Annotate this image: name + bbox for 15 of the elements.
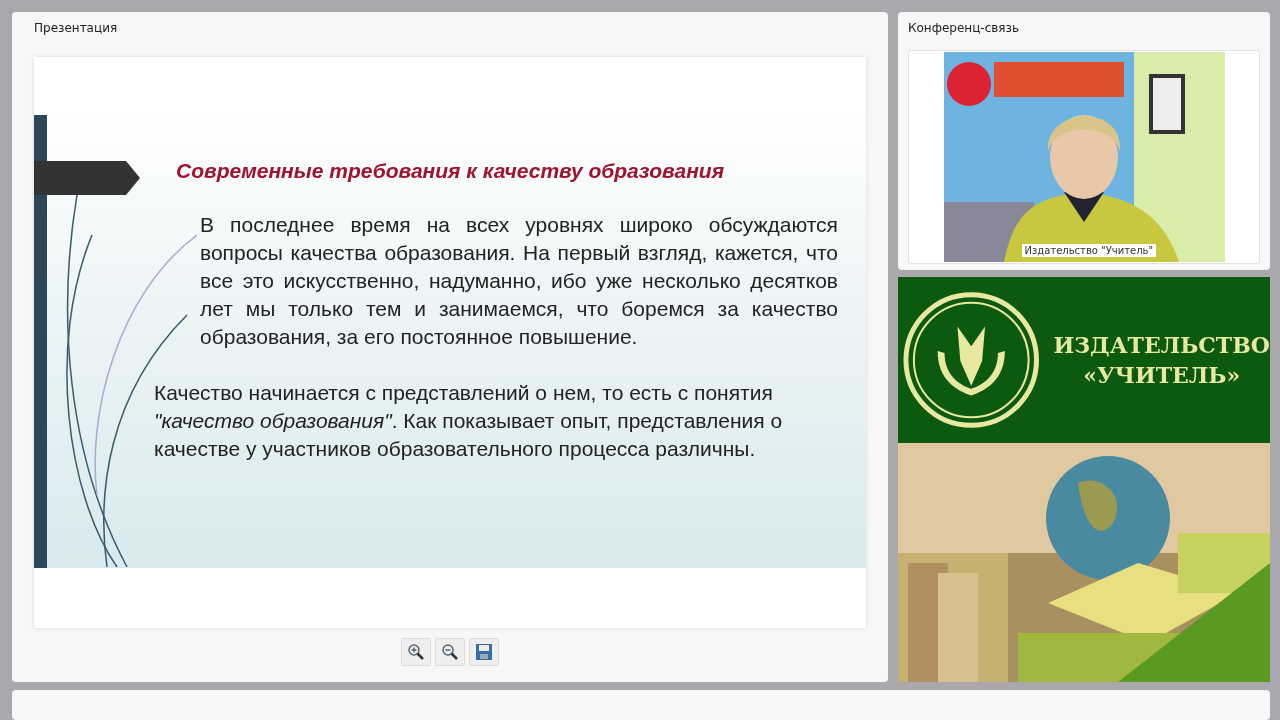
zoom-out-button[interactable] — [435, 638, 465, 666]
zoom-in-button[interactable] — [401, 638, 431, 666]
video-caption: Издательство "Учитель" — [1021, 244, 1157, 257]
slide-paragraph: Качество начинается с представлений о нем, то есть с понятия "качество образования". Как показывает опыт, представления о качестве у участников образовательного процесса различны. — [154, 380, 784, 462]
panel-title: Конференц-связь — [908, 20, 1021, 37]
panel-title: Презентация — [34, 20, 119, 37]
zoom-in-icon — [407, 643, 425, 661]
slide-heading: Современные требования к качеству образования — [176, 159, 726, 183]
save-button[interactable] — [469, 638, 499, 666]
slide-paragraph: В последнее время на всех уровнях широко обсуждаются вопросы качества образования. На первый взгляд, кажется, что все это искусственно, надуманно, ибо уже несколько десятков лет мы только тем и занимаемся, что боремся за качество образования, за его постоянное повышение. — [200, 212, 838, 350]
zoom-out-icon — [441, 643, 459, 661]
logo-icon — [903, 291, 1040, 429]
publisher-name: ИЗДАТЕЛЬСТВО — [1053, 331, 1270, 360]
publisher-name: «УЧИТЕЛЬ» — [1082, 361, 1242, 390]
save-icon — [475, 643, 493, 661]
